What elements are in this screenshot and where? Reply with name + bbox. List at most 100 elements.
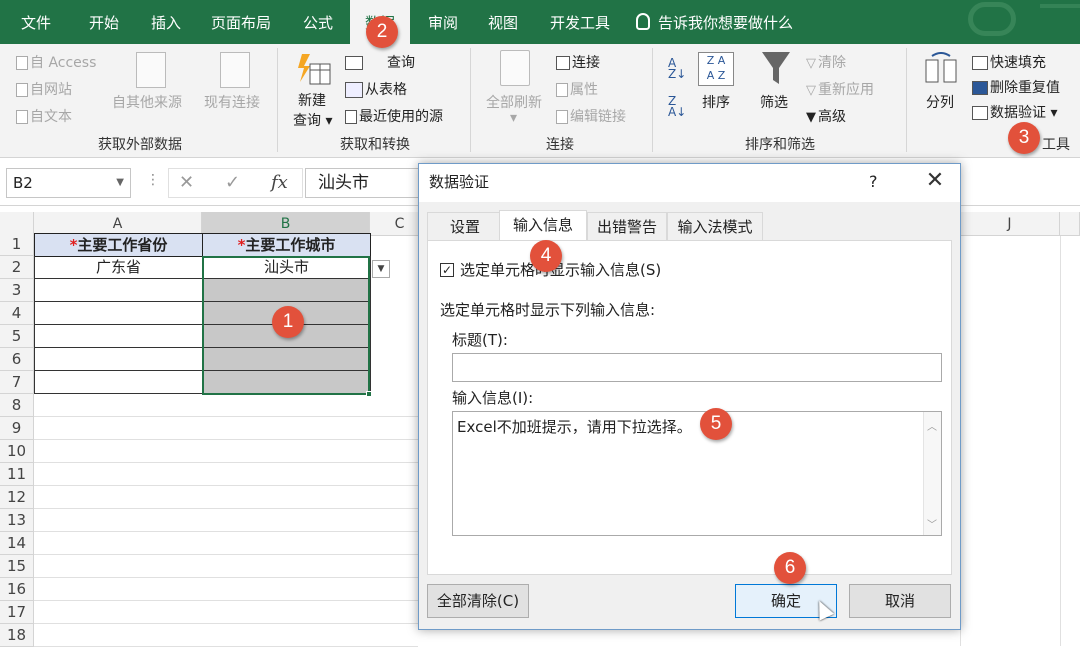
connections-button[interactable]: 连接 <box>556 52 600 72</box>
cancel-icon[interactable]: ✕ <box>179 169 194 197</box>
grid-row[interactable] <box>34 440 418 463</box>
grid-row[interactable] <box>34 509 418 532</box>
close-icon[interactable]: ✕ <box>915 164 955 200</box>
data-validation-button[interactable]: 数据验证 ▾ <box>972 102 1057 122</box>
help-icon[interactable]: ? <box>869 164 878 200</box>
tab-error-alert[interactable]: 出错警告 <box>587 212 667 240</box>
from-web-button[interactable]: 自网站 <box>16 79 72 99</box>
row-header[interactable]: 16 <box>0 578 34 601</box>
grid-row[interactable] <box>34 463 418 486</box>
row-header[interactable]: 6 <box>0 348 34 371</box>
row-header[interactable]: 2 <box>0 256 34 279</box>
enter-icon[interactable]: ✓ <box>225 169 240 197</box>
reapply-button[interactable]: ▽ 重新应用 <box>806 79 874 99</box>
title-field[interactable] <box>452 353 942 382</box>
refresh-all-button[interactable]: 全部刷新 <box>486 92 542 112</box>
scroll-down-icon[interactable]: ﹀ <box>924 516 940 531</box>
formula-input[interactable]: 汕头市 <box>305 168 420 198</box>
other-sources-button[interactable]: 自其他来源 <box>112 92 182 112</box>
cell-a2[interactable]: 广东省 <box>34 256 203 279</box>
properties-button[interactable]: 属性 <box>556 79 598 99</box>
grid-cell[interactable] <box>34 348 203 371</box>
filter-button[interactable]: 筛选 <box>760 92 788 112</box>
tab-page-layout[interactable]: 页面布局 <box>202 0 280 44</box>
tab-input-message[interactable]: 输入信息 <box>499 210 587 241</box>
tell-me-box[interactable]: 告诉我你想要做什么 <box>636 0 793 44</box>
remove-duplicates-button[interactable]: 删除重复值 <box>972 77 1060 97</box>
cell-a1[interactable]: *主要工作省份 <box>34 233 203 257</box>
from-access-button[interactable]: 自 Access <box>16 52 96 72</box>
advanced-filter-button[interactable]: ▼ 高级 <box>806 106 846 126</box>
grid-cell[interactable] <box>202 279 371 302</box>
row-header[interactable]: 14 <box>0 532 34 555</box>
tab-insert[interactable]: 插入 <box>140 0 192 44</box>
grid-cell[interactable] <box>202 348 371 371</box>
tab-review[interactable]: 审阅 <box>418 0 468 44</box>
from-table-button[interactable]: 从表格 <box>345 79 407 99</box>
column-header-k[interactable] <box>1060 212 1080 236</box>
input-message-field[interactable]: Excel不加班提示，请用下拉选择。 ︿ ﹀ <box>452 411 942 536</box>
from-text-button[interactable]: 自文本 <box>16 106 72 126</box>
grid-cell[interactable] <box>34 325 203 348</box>
flash-fill-button[interactable]: 快速填充 <box>972 52 1046 72</box>
tab-view[interactable]: 视图 <box>478 0 528 44</box>
tab-home[interactable]: 开始 <box>78 0 130 44</box>
row-header[interactable]: 5 <box>0 325 34 348</box>
row-header[interactable]: 8 <box>0 394 34 417</box>
scroll-up-icon[interactable]: ︿ <box>924 418 940 433</box>
scrollbar[interactable]: ︿ ﹀ <box>923 412 941 535</box>
column-header-j[interactable]: J <box>960 212 1060 236</box>
show-input-message-checkbox[interactable]: ✓ <box>440 263 454 277</box>
grid-row[interactable] <box>34 601 418 624</box>
insert-function-icon[interactable]: fx <box>271 169 288 197</box>
grid-row[interactable] <box>34 532 418 555</box>
grid-row[interactable] <box>34 624 418 647</box>
grid-row[interactable] <box>34 394 418 417</box>
cell-b1[interactable]: *主要工作城市 <box>202 233 371 257</box>
existing-connections-button[interactable]: 现有连接 <box>204 92 260 112</box>
chevron-down-icon[interactable]: ▼ <box>116 169 124 197</box>
sort-az-button[interactable]: A Z↓ <box>668 57 686 80</box>
new-query-button-line1[interactable]: 新建 <box>298 90 326 110</box>
row-header[interactable]: 4 <box>0 302 34 325</box>
row-header[interactable]: 9 <box>0 417 34 440</box>
grid-cell[interactable] <box>34 371 203 394</box>
row-header[interactable]: 12 <box>0 486 34 509</box>
cell-b2[interactable]: 汕头市 <box>202 256 371 279</box>
row-header[interactable]: 10 <box>0 440 34 463</box>
new-query-button-line2[interactable]: 查询 ▾ <box>293 110 332 130</box>
grid-cell[interactable] <box>34 302 203 325</box>
tell-me-text: 告诉我你想要做什么 <box>658 14 794 32</box>
sort-button[interactable]: 排序 <box>702 92 730 112</box>
row-header[interactable]: 11 <box>0 463 34 486</box>
row-header[interactable]: 15 <box>0 555 34 578</box>
cancel-button[interactable]: 取消 <box>849 584 951 618</box>
grid-row[interactable] <box>34 417 418 440</box>
dropdown-arrow-icon[interactable]: ▼ <box>372 260 390 278</box>
refresh-dropdown[interactable]: ▾ <box>510 110 517 126</box>
tab-formulas[interactable]: 公式 <box>292 0 344 44</box>
row-header[interactable]: 18 <box>0 624 34 647</box>
grid-cell[interactable] <box>202 371 371 394</box>
recent-sources-button[interactable]: 最近使用的源 <box>345 106 443 126</box>
grid-row[interactable] <box>34 486 418 509</box>
sort-za-button[interactable]: Z A↓ <box>668 95 686 118</box>
name-box[interactable]: B2 ▼ <box>6 168 131 198</box>
clear-all-button[interactable]: 全部清除(C) <box>427 584 529 618</box>
row-header[interactable]: 17 <box>0 601 34 624</box>
row-header[interactable]: 7 <box>0 371 34 394</box>
clear-filter-button[interactable]: ▽ 清除 <box>806 52 846 72</box>
show-queries-button[interactable]: 查询 <box>345 52 415 72</box>
text-to-columns-button[interactable]: 分列 <box>926 92 954 112</box>
row-header[interactable]: 13 <box>0 509 34 532</box>
grid-row[interactable] <box>34 578 418 601</box>
tab-file[interactable]: 文件 <box>10 0 62 44</box>
tab-ime-mode[interactable]: 输入法模式 <box>667 212 763 240</box>
grid-row[interactable] <box>34 555 418 578</box>
row-header[interactable]: 3 <box>0 279 34 302</box>
tab-settings[interactable]: 设置 <box>427 212 503 240</box>
grid-cell[interactable] <box>34 279 203 302</box>
tab-developer[interactable]: 开发工具 <box>540 0 620 44</box>
row-header[interactable]: 1 <box>0 233 34 256</box>
edit-links-button[interactable]: 编辑链接 <box>556 106 626 126</box>
